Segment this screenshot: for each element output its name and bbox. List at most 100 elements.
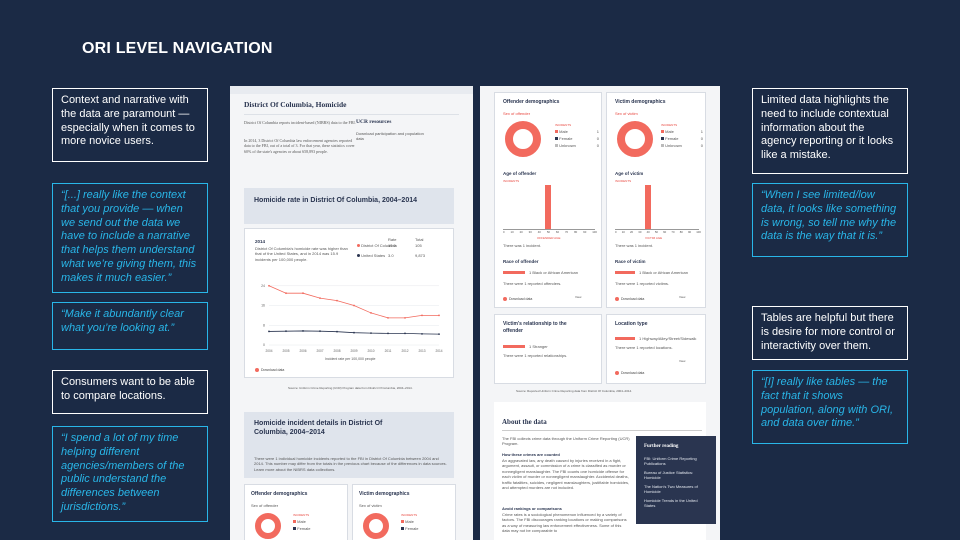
further-link[interactable]: FBI: Uniform Crime Reporting Publication…: [644, 456, 708, 467]
relationship-panel: Victim's relationship to the offender 1 …: [494, 314, 602, 384]
offender-donut: [255, 513, 281, 539]
further-link[interactable]: The Nation's Two Measures of Homicide: [644, 484, 708, 495]
legend-row-us: United States 3.0 9,873: [357, 253, 447, 258]
age-tick: 10: [621, 230, 625, 234]
offender-title: Offender demographics: [251, 491, 308, 497]
age-tick: 0: [503, 230, 505, 234]
ucr-resources-link[interactable]: Download participation and population da…: [356, 131, 426, 142]
rate-source: Source: Uniform Crime Reporting (UCR) Pr…: [288, 386, 413, 390]
further-reading-box: Further reading FBI: Uniform Crime Repor…: [636, 436, 716, 524]
download-label: Download data: [261, 368, 285, 372]
age-tick: 100: [592, 230, 597, 234]
age-bar: [645, 185, 651, 229]
series-point: [336, 299, 338, 302]
screenshot-state-homicide: District Of Columbia, Homicide District …: [230, 86, 473, 540]
series-point: [353, 331, 355, 334]
download-data-button[interactable]: Download data: [255, 368, 285, 373]
x-tick-label: 2007: [316, 349, 323, 353]
relationship-count: 1: [529, 344, 532, 349]
age-tick: 60: [555, 230, 560, 234]
race-of-offender-label: Race of offender: [503, 259, 539, 264]
legend-summary: District Of Columbia's homicide rate was…: [255, 246, 348, 262]
x-tick-label: 2008: [333, 349, 340, 353]
pager[interactable]: View: [575, 295, 581, 299]
sex-row-label: Unknown: [559, 143, 576, 148]
quote-jurisdictions: “I spend a lot of my time helping differ…: [52, 426, 208, 522]
victim-donut: [363, 513, 389, 539]
sex-row-male: Male 1: [555, 129, 599, 134]
ucr-resources-title: UCR resources: [356, 119, 392, 125]
age-axis-ticks: 0 10 20 30 40 50 60 70 80 90 100: [503, 230, 597, 235]
incidents-header: INCIDENTS: [661, 123, 678, 127]
y-tick-label: 0: [263, 343, 265, 347]
sex-row-value: 0: [700, 143, 703, 148]
download-data-button[interactable]: Download data: [503, 297, 532, 302]
series-point: [319, 330, 321, 333]
series-point: [421, 333, 423, 335]
age-tick: 40: [646, 230, 650, 234]
relationship-value: Stranger: [532, 344, 548, 349]
offender-title: Offender demographics: [503, 99, 560, 105]
rate-title-band: Homicide rate in District Of Columbia, 2…: [244, 188, 454, 224]
pager[interactable]: View: [679, 359, 685, 363]
incidents-label: INCIDENTS: [503, 179, 520, 183]
victim-title: Victim demographics: [615, 99, 666, 105]
series-line-0: [268, 285, 439, 319]
incidents-header: INCIDENTS: [555, 123, 572, 127]
further-link[interactable]: Homicide Trends in the United States: [644, 498, 708, 509]
series-point: [421, 314, 423, 317]
download-data-button[interactable]: Download data: [615, 297, 644, 302]
quote-make-clear: “Make it abundantly clear what you’re lo…: [52, 302, 208, 350]
x-tick-label: 2004: [265, 349, 272, 353]
race-row: 1 Black or African American: [529, 270, 578, 275]
x-tick-label: 2013: [418, 349, 425, 353]
legend-male-label: Male: [297, 519, 306, 524]
legend-male: Male: [401, 519, 414, 524]
age-tick: 70: [564, 230, 569, 234]
series-point: [438, 314, 440, 317]
race-bar: [503, 271, 525, 274]
download-data-button[interactable]: Download data: [615, 371, 645, 376]
victim-demographics-panel: Victim demographics Sex of victim INCIDE…: [352, 484, 456, 540]
legend-row-rate: 15.9: [388, 243, 396, 248]
incidents-label: INCIDENTS: [615, 179, 632, 183]
sex-row-label: Female: [665, 136, 679, 141]
download-label: Download data: [621, 371, 645, 375]
sex-row-value: 0: [700, 136, 703, 141]
incident-title-band: Homicide incident details in District Of…: [244, 412, 454, 478]
sex-row-value: 1: [700, 129, 703, 134]
intro-paragraph-2: In 2014, 3 District Of Columbia law enfo…: [244, 138, 355, 154]
rate-chart-title: Homicide rate in District Of Columbia, 2…: [254, 197, 418, 204]
further-link[interactable]: Bureau of Justice Statistics: Homicide: [644, 470, 708, 481]
sex-of-offender-label: Sex of offender: [251, 503, 279, 508]
offender-age-axis-label: OFFENDER AGE: [537, 236, 561, 240]
homicide-rate-line-chart: 0 8 16 24 2004 2005 2006 2007 2008 2009 2010 2011 20…: [261, 284, 443, 353]
legend-male: Male: [293, 519, 306, 524]
legend-female-label: Female: [405, 526, 419, 531]
series-point: [319, 297, 321, 300]
location-value: Highway/Alley/Street/Sidewalk: [642, 336, 697, 341]
sex-row-female: Female 0: [555, 136, 599, 141]
age-tick: 80: [679, 230, 683, 234]
victim-sex-donut: [617, 121, 653, 157]
legend-row-rate: 3.0: [388, 253, 394, 258]
age-tick: 50: [546, 230, 550, 234]
age-tick: 50: [654, 230, 658, 234]
sex-row-value: 0: [596, 143, 599, 148]
legend-female-label: Female: [297, 526, 311, 531]
pager[interactable]: View: [679, 295, 685, 299]
age-of-victim-label: Age of victim: [615, 171, 644, 176]
age-tick: 90: [687, 230, 692, 234]
race-count: 1: [639, 270, 642, 275]
series-point: [438, 333, 440, 336]
relationship-bar: [503, 345, 525, 348]
how-counted-text: An aggravated law, any death caused by i…: [502, 458, 630, 490]
age-axis-ticks: 0 10 20 30 40 50 60 70 80 90 100: [615, 230, 701, 235]
series-point: [268, 330, 270, 333]
location-bar: [615, 337, 635, 340]
age-bar: [545, 185, 551, 229]
legend-female: Female: [293, 526, 310, 531]
race-victim-note: There were 1 reported victims.: [615, 281, 670, 286]
x-tick-label: 2012: [401, 349, 408, 353]
legend-year: 2014: [255, 239, 266, 244]
